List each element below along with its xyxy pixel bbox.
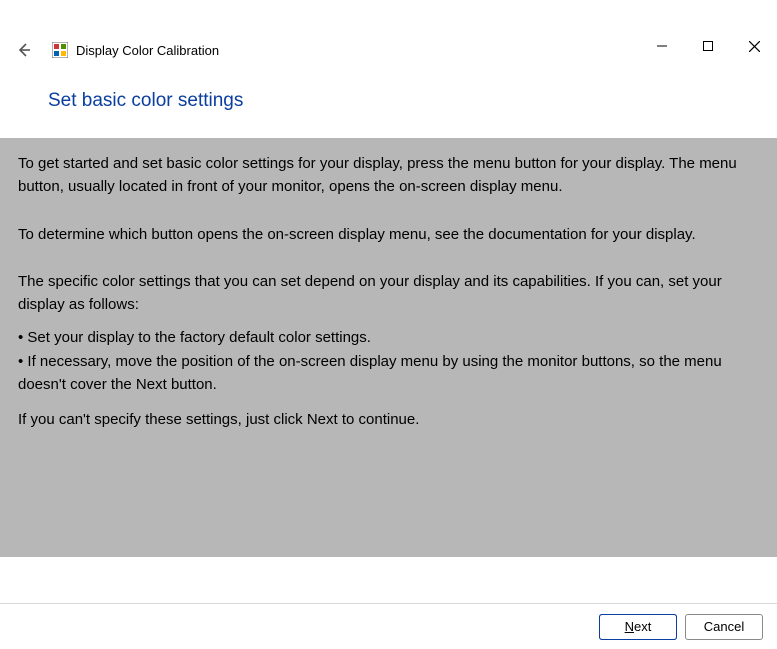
- footer: Next Cancel: [0, 603, 777, 649]
- content-area: To get started and set basic color setti…: [0, 138, 777, 557]
- window-controls: [639, 32, 777, 60]
- bullet-2: • If necessary, move the position of the…: [18, 350, 755, 397]
- heading-area: Set basic color settings: [0, 68, 777, 138]
- next-button[interactable]: Next: [599, 614, 677, 640]
- paragraph-4: If you can't specify these settings, jus…: [18, 408, 755, 431]
- app-icon: [52, 42, 68, 58]
- cancel-button[interactable]: Cancel: [685, 614, 763, 640]
- bullet-1: • Set your display to the factory defaul…: [18, 326, 755, 349]
- close-button[interactable]: [731, 32, 777, 60]
- minimize-button[interactable]: [639, 32, 685, 60]
- maximize-button[interactable]: [685, 32, 731, 60]
- paragraph-3: The specific color settings that you can…: [18, 270, 755, 317]
- back-button[interactable]: [12, 38, 36, 62]
- paragraph-1: To get started and set basic color setti…: [18, 152, 755, 199]
- paragraph-2: To determine which button opens the on-s…: [18, 223, 755, 246]
- app-title: Display Color Calibration: [76, 43, 219, 58]
- page-heading: Set basic color settings: [48, 90, 777, 112]
- next-button-rest: ext: [634, 619, 651, 634]
- bullet-list: • Set your display to the factory defaul…: [18, 326, 755, 396]
